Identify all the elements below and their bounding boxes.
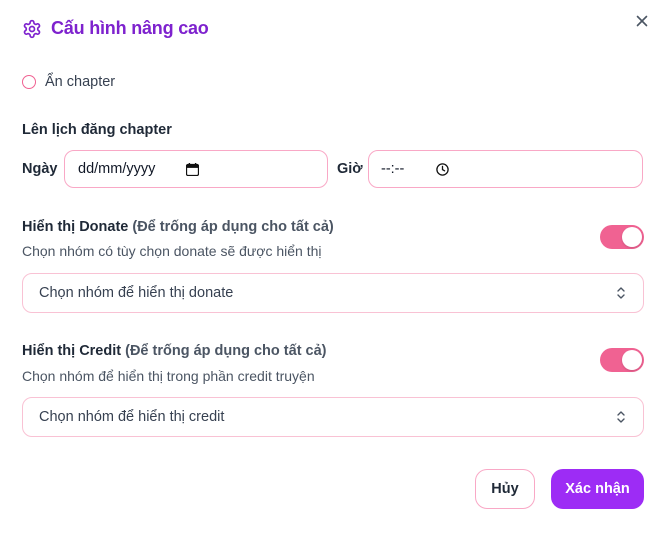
schedule-title: Lên lịch đăng chapter — [22, 122, 172, 138]
credit-select-placeholder: Chọn nhóm để hiển thị credit — [39, 409, 225, 425]
time-input[interactable]: --:-- — [368, 150, 643, 188]
donate-select-placeholder: Chọn nhóm để hiển thị donate — [39, 285, 234, 301]
date-label: Ngày — [22, 161, 58, 177]
confirm-button[interactable]: Xác nhận — [551, 469, 644, 509]
date-input[interactable]: dd/mm/yyyy — [64, 150, 328, 188]
toggle-knob — [622, 350, 642, 370]
time-label: Giờ — [337, 161, 363, 177]
chevron-up-down-icon — [616, 286, 626, 300]
clock-icon[interactable] — [436, 163, 449, 176]
gear-icon — [22, 19, 42, 39]
credit-group-select[interactable]: Chọn nhóm để hiển thị credit — [22, 397, 644, 437]
donate-section-title: Hiển thị Donate (Để trống áp dụng cho tấ… — [22, 219, 334, 235]
modal-title: Cấu hình nâng cao — [51, 18, 209, 38]
donate-toggle[interactable] — [600, 225, 644, 249]
advanced-settings-modal: Cấu hình nâng cao Ẩn chapter Lên lịch đă… — [0, 0, 670, 535]
donate-group-select[interactable]: Chọn nhóm để hiển thị donate — [22, 273, 644, 313]
hide-chapter-option[interactable]: Ẩn chapter — [22, 74, 115, 90]
hide-chapter-radio[interactable] — [22, 75, 36, 89]
chevron-up-down-icon — [616, 410, 626, 424]
cancel-button[interactable]: Hủy — [475, 469, 535, 509]
credit-title-hint: (Để trống áp dụng cho tất cả) — [125, 343, 327, 359]
calendar-icon[interactable] — [186, 163, 199, 176]
date-input-value: dd/mm/yyyy — [78, 161, 156, 177]
donate-title-text: Hiển thị Donate — [22, 219, 129, 235]
modal-header: Cấu hình nâng cao — [22, 18, 209, 39]
close-icon — [636, 15, 648, 27]
time-input-value: --:-- — [381, 161, 405, 177]
credit-toggle[interactable] — [600, 348, 644, 372]
credit-title-text: Hiển thị Credit — [22, 343, 122, 359]
close-button[interactable] — [633, 12, 651, 30]
donate-title-hint: (Để trống áp dụng cho tất cả) — [132, 219, 334, 235]
credit-description: Chọn nhóm để hiển thị trong phần credit … — [22, 368, 315, 384]
donate-description: Chọn nhóm có tùy chọn donate sẽ được hiể… — [22, 243, 322, 259]
toggle-knob — [622, 227, 642, 247]
hide-chapter-label: Ẩn chapter — [45, 74, 116, 90]
credit-section-title: Hiển thị Credit (Để trống áp dụng cho tấ… — [22, 343, 327, 359]
